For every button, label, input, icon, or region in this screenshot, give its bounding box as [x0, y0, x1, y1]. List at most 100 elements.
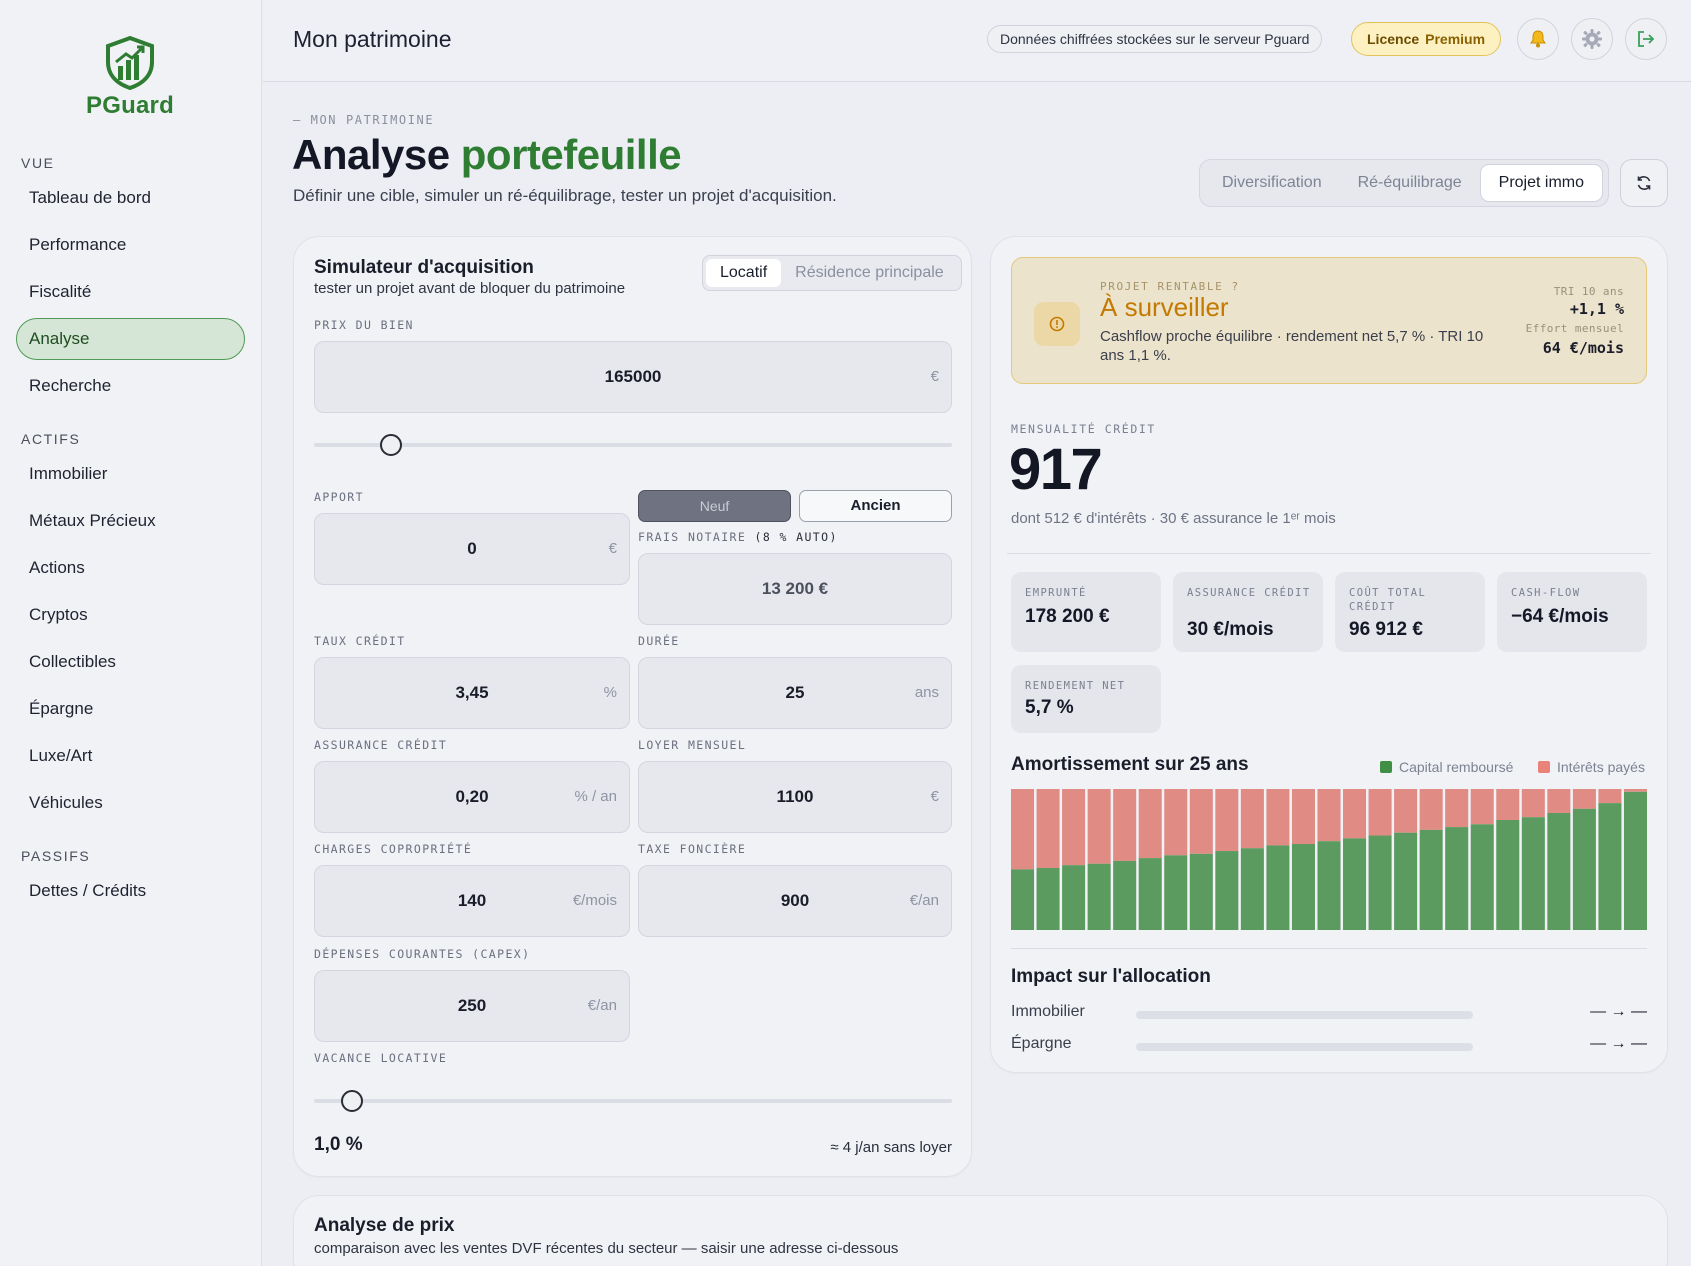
taux-input[interactable]: 3,45 %: [314, 657, 630, 729]
mode-residence-principale[interactable]: Résidence principale: [781, 259, 958, 287]
sidebar-item-luxe-art[interactable]: Luxe/Art: [16, 735, 245, 777]
result-card: PROJET RENTABLE ? À surveiller Cashflow …: [990, 236, 1668, 1073]
prix-slider-thumb[interactable]: [379, 434, 402, 456]
bar-capital-16: [1394, 832, 1418, 930]
bar-interets-15: [1368, 789, 1392, 836]
nav-section-passifs: PASSIFS: [21, 848, 91, 864]
stat-label: RENDEMENT NET: [1025, 680, 1126, 692]
logout-button[interactable]: [1625, 18, 1667, 60]
tab-diversification[interactable]: Diversification: [1204, 164, 1340, 202]
duree-unit: ans: [914, 684, 939, 701]
sidebar: PGuard VUE Tableau de bord Performance F…: [0, 0, 262, 1266]
sidebar-item-epargne[interactable]: Épargne: [16, 688, 245, 730]
verdict-alert: PROJET RENTABLE ? À surveiller Cashflow …: [1011, 257, 1647, 384]
divider: [1011, 948, 1647, 949]
mode-locatif[interactable]: Locatif: [706, 259, 782, 287]
brand-logo[interactable]: PGuard: [82, 36, 178, 120]
licence-tier: Premium: [1425, 31, 1486, 47]
bell-icon: [1530, 30, 1546, 48]
ancien-button[interactable]: Ancien: [799, 490, 952, 522]
sidebar-item-immobilier[interactable]: Immobilier: [16, 453, 245, 495]
amortization-chart: [1011, 789, 1647, 930]
capex-label: DÉPENSES COURANTES (CAPEX): [314, 947, 531, 961]
tab-projet-immo[interactable]: Projet immo: [1479, 164, 1604, 202]
price-analysis-title: Analyse de prix: [314, 1215, 455, 1236]
legend-label-capital: Capital remboursé: [1399, 759, 1514, 775]
bar-interets-19: [1470, 789, 1494, 825]
legend-capital: Capital remboursé: [1380, 759, 1513, 775]
charges-label: CHARGES COPROPRIÉTÉ: [314, 842, 473, 856]
sidebar-item-performance[interactable]: Performance: [16, 224, 245, 266]
bar-capital-2: [1036, 867, 1060, 930]
loyer-input[interactable]: 1100 €: [638, 761, 952, 833]
bar-interets-4: [1087, 789, 1111, 864]
bar-capital-24: [1598, 803, 1622, 930]
stat-value: 178 200 €: [1025, 606, 1110, 627]
capex-input[interactable]: 250 €/an: [314, 970, 630, 1042]
sidebar-item-collectibles[interactable]: Collectibles: [16, 641, 245, 683]
duree-input[interactable]: 25 ans: [638, 657, 952, 729]
stat-value: −64 €/mois: [1511, 606, 1609, 627]
bar-capital-6: [1138, 858, 1162, 930]
taxe-input[interactable]: 900 €/an: [638, 865, 952, 937]
top-bar: Mon patrimoine Données chiffrées stockée…: [263, 0, 1691, 82]
sidebar-item-tableau-de-bord[interactable]: Tableau de bord: [16, 177, 245, 219]
sidebar-item-analyse[interactable]: Analyse: [16, 318, 245, 360]
licence-badge[interactable]: Licence Premium: [1351, 22, 1502, 56]
vacance-label: VACANCE LOCATIVE: [314, 1051, 448, 1065]
refresh-icon: [1637, 176, 1651, 190]
impact-row-epargne: Épargne — → —: [1011, 1035, 1647, 1057]
warning-icon: [1034, 302, 1080, 346]
sidebar-item-metaux-precieux[interactable]: Métaux Précieux: [16, 500, 245, 542]
bar-interets-25: [1623, 789, 1647, 792]
impact-row-change: — → —: [1590, 1003, 1647, 1020]
duree-value: 25: [785, 683, 805, 702]
prix-input[interactable]: 165000 €: [314, 341, 952, 413]
taxe-label: TAXE FONCIÈRE: [638, 842, 747, 856]
bar-capital-15: [1368, 835, 1392, 930]
legend-interets: Intérêts payés: [1538, 759, 1645, 775]
stat-label: ASSURANCE CRÉDIT: [1187, 587, 1311, 599]
assurance-input[interactable]: 0,20 % / an: [314, 761, 630, 833]
settings-button[interactable]: [1571, 18, 1613, 60]
tab-reequilibrage[interactable]: Ré-équilibrage: [1340, 164, 1480, 202]
sidebar-item-vehicules[interactable]: Véhicules: [16, 782, 245, 824]
prix-unit: €: [930, 368, 939, 385]
bar-capital-4: [1087, 863, 1111, 930]
neuf-button[interactable]: Neuf: [638, 490, 791, 522]
notifications-button[interactable]: [1517, 18, 1559, 60]
legend-swatch-interets: [1538, 761, 1550, 773]
duree-label: DURÉE: [638, 634, 680, 648]
stat-value: 5,7 %: [1025, 697, 1074, 718]
sidebar-item-actions[interactable]: Actions: [16, 547, 245, 589]
stat-cash-flow: CASH-FLOW −64 €/mois: [1497, 572, 1647, 652]
loyer-label: LOYER MENSUEL: [638, 738, 747, 752]
sidebar-item-fiscalite[interactable]: Fiscalité: [16, 271, 245, 313]
refresh-button[interactable]: [1620, 159, 1668, 207]
capex-value: 250: [457, 996, 487, 1015]
sidebar-item-cryptos[interactable]: Cryptos: [16, 594, 245, 636]
legend-label-interets: Intérêts payés: [1557, 759, 1645, 775]
sidebar-item-recherche[interactable]: Recherche: [16, 365, 245, 407]
vacance-note: ≈ 4 j/an sans loyer: [830, 1139, 952, 1156]
frais-notaire-label-text: FRAIS NOTAIRE: [638, 530, 747, 544]
bar-interets-11: [1266, 789, 1290, 846]
stat-value: 96 912 €: [1349, 619, 1423, 640]
shield-chart-icon: [106, 36, 154, 90]
brand-name: PGuard: [86, 92, 174, 119]
bar-capital-5: [1113, 860, 1137, 930]
prix-slider[interactable]: [314, 434, 952, 456]
vacance-slider[interactable]: [314, 1090, 952, 1112]
stat-rendement-net: RENDEMENT NET 5,7 %: [1011, 665, 1161, 733]
taux-unit: %: [603, 684, 617, 701]
charges-input[interactable]: 140 €/mois: [314, 865, 630, 937]
apport-input[interactable]: 0 €: [314, 513, 630, 585]
page-title-part1: Analyse: [292, 131, 450, 178]
nav-section-vue: VUE: [21, 155, 55, 171]
page-eyebrow: — MON PATRIMOINE: [293, 113, 435, 127]
mensualite-detail: dont 512 € d'intérêts · 30 € assurance l…: [1011, 510, 1336, 527]
vacance-slider-thumb[interactable]: [341, 1090, 364, 1112]
loyer-unit: €: [930, 788, 939, 805]
sidebar-item-dettes-credits[interactable]: Dettes / Crédits: [16, 870, 245, 912]
bar-capital-14: [1343, 838, 1367, 930]
